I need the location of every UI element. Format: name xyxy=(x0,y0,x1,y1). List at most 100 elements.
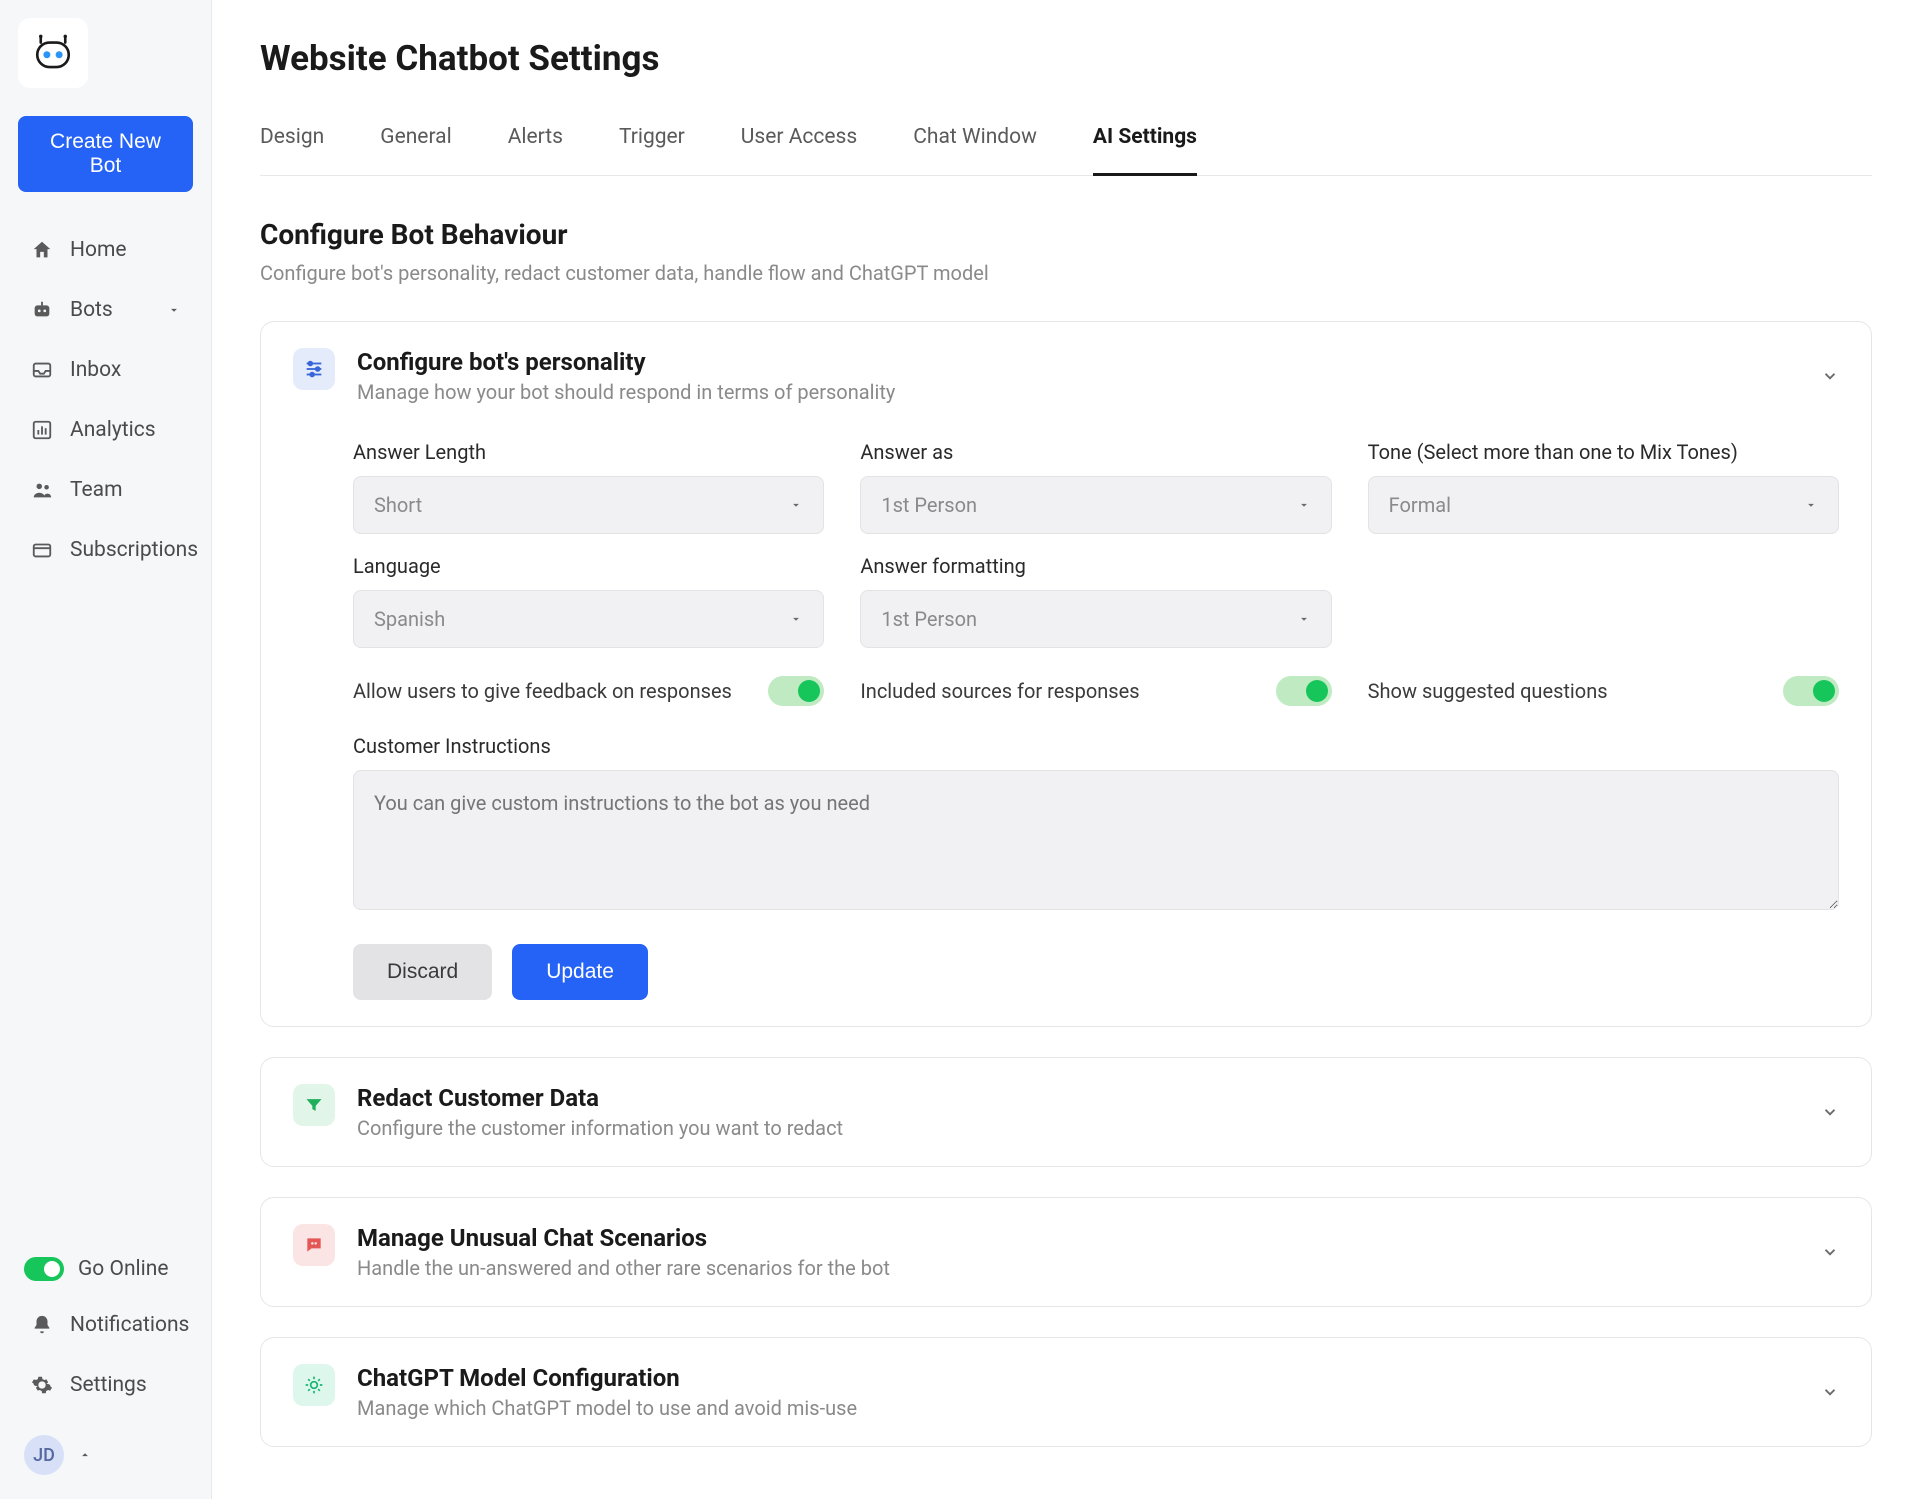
inbox-icon xyxy=(30,358,54,382)
chevron-down-icon[interactable] xyxy=(1821,1243,1839,1261)
chat-alert-icon xyxy=(293,1224,335,1266)
tone-label: Tone (Select more than one to Mix Tones) xyxy=(1368,440,1839,464)
sources-toggle[interactable] xyxy=(1276,676,1332,706)
avatar: JD xyxy=(24,1435,64,1475)
select-value: 1st Person xyxy=(881,493,977,517)
settings-tabs: Design General Alerts Trigger User Acces… xyxy=(260,111,1872,176)
sidebar-bottom: Go Online Notifications Settings JD xyxy=(18,1245,193,1481)
answer-formatting-label: Answer formatting xyxy=(860,554,1331,578)
customer-instructions-input[interactable] xyxy=(353,770,1839,910)
subscriptions-icon xyxy=(30,538,54,562)
panel-header[interactable]: Configure bot's personality Manage how y… xyxy=(293,348,1839,404)
chevron-down-icon[interactable] xyxy=(1821,367,1839,385)
create-new-bot-button[interactable]: Create New Bot xyxy=(18,116,193,192)
chevron-down-icon xyxy=(789,612,803,626)
sidebar-item-label: Settings xyxy=(70,1373,147,1397)
feedback-toggle-label: Allow users to give feedback on response… xyxy=(353,679,732,703)
tone-select[interactable]: Formal xyxy=(1368,476,1839,534)
tab-chat-window[interactable]: Chat Window xyxy=(913,111,1037,176)
sidebar-item-home[interactable]: Home xyxy=(18,222,193,278)
answer-formatting-select[interactable]: 1st Person xyxy=(860,590,1331,648)
primary-nav: Home Bots Inbox Analytics xyxy=(18,222,193,578)
chevron-down-icon xyxy=(1297,498,1311,512)
user-menu[interactable]: JD xyxy=(18,1417,193,1481)
sidebar-item-label: Subscriptions xyxy=(70,538,198,562)
sidebar-item-notifications[interactable]: Notifications xyxy=(18,1297,193,1353)
model-config-panel: ChatGPT Model Configuration Manage which… xyxy=(260,1337,1872,1447)
tab-alerts[interactable]: Alerts xyxy=(508,111,563,176)
sidebar-item-team[interactable]: Team xyxy=(18,462,193,518)
unusual-scenarios-panel: Manage Unusual Chat Scenarios Handle the… xyxy=(260,1197,1872,1307)
select-value: Short xyxy=(374,493,422,517)
panel-subtitle: Handle the un-answered and other rare sc… xyxy=(357,1256,1799,1280)
sliders-icon xyxy=(293,348,335,390)
sidebar-item-label: Analytics xyxy=(70,418,156,442)
main-content: Website Chatbot Settings Design General … xyxy=(212,0,1920,1499)
answer-length-label: Answer Length xyxy=(353,440,824,464)
chevron-down-icon[interactable] xyxy=(1821,1103,1839,1121)
chevron-down-icon xyxy=(1804,498,1818,512)
panel-header[interactable]: ChatGPT Model Configuration Manage which… xyxy=(293,1364,1839,1420)
chevron-down-icon xyxy=(789,498,803,512)
select-value: Spanish xyxy=(374,607,445,631)
panel-subtitle: Manage which ChatGPT model to use and av… xyxy=(357,1396,1799,1420)
redact-panel: Redact Customer Data Configure the custo… xyxy=(260,1057,1872,1167)
sidebar-item-label: Team xyxy=(70,478,123,502)
panel-subtitle: Manage how your bot should respond in te… xyxy=(357,380,1799,404)
bots-icon xyxy=(30,298,54,322)
tab-user-access[interactable]: User Access xyxy=(741,111,857,176)
analytics-icon xyxy=(30,418,54,442)
section-title: Configure Bot Behaviour xyxy=(260,218,1872,251)
suggested-toggle-label: Show suggested questions xyxy=(1368,679,1608,703)
panel-title: ChatGPT Model Configuration xyxy=(357,1364,1799,1392)
sources-toggle-label: Included sources for responses xyxy=(860,679,1139,703)
sidebar-item-label: Inbox xyxy=(70,358,121,382)
sidebar: Create New Bot Home Bots Inbox xyxy=(0,0,212,1499)
panel-header[interactable]: Manage Unusual Chat Scenarios Handle the… xyxy=(293,1224,1839,1280)
model-icon xyxy=(293,1364,335,1406)
language-label: Language xyxy=(353,554,824,578)
go-online-toggle[interactable]: Go Online xyxy=(18,1245,193,1293)
panel-title: Manage Unusual Chat Scenarios xyxy=(357,1224,1799,1252)
select-value: 1st Person xyxy=(881,607,977,631)
tab-general[interactable]: General xyxy=(380,111,451,176)
logo[interactable] xyxy=(18,18,88,88)
section-subtitle: Configure bot's personality, redact cust… xyxy=(260,261,1872,285)
sidebar-item-analytics[interactable]: Analytics xyxy=(18,402,193,458)
answer-as-label: Answer as xyxy=(860,440,1331,464)
personality-panel: Configure bot's personality Manage how y… xyxy=(260,321,1872,1027)
panel-title: Configure bot's personality xyxy=(357,348,1799,376)
sidebar-item-settings[interactable]: Settings xyxy=(18,1357,193,1413)
panel-header[interactable]: Redact Customer Data Configure the custo… xyxy=(293,1084,1839,1140)
bell-icon xyxy=(30,1313,54,1337)
toggle-switch[interactable] xyxy=(24,1257,64,1281)
chevron-down-icon xyxy=(1297,612,1311,626)
chevron-down-icon[interactable] xyxy=(1821,1383,1839,1401)
language-select[interactable]: Spanish xyxy=(353,590,824,648)
gear-icon xyxy=(30,1373,54,1397)
update-button[interactable]: Update xyxy=(512,944,648,1000)
sidebar-item-inbox[interactable]: Inbox xyxy=(18,342,193,398)
answer-length-select[interactable]: Short xyxy=(353,476,824,534)
panel-title: Redact Customer Data xyxy=(357,1084,1799,1112)
home-icon xyxy=(30,238,54,262)
filter-icon xyxy=(293,1084,335,1126)
page-title: Website Chatbot Settings xyxy=(260,38,1872,79)
sidebar-item-label: Home xyxy=(70,238,127,262)
panel-subtitle: Configure the customer information you w… xyxy=(357,1116,1799,1140)
tab-ai-settings[interactable]: AI Settings xyxy=(1093,111,1197,176)
sidebar-item-bots[interactable]: Bots xyxy=(18,282,193,338)
go-online-label: Go Online xyxy=(78,1257,168,1281)
sidebar-item-subscriptions[interactable]: Subscriptions xyxy=(18,522,193,578)
discard-button[interactable]: Discard xyxy=(353,944,492,1000)
suggested-toggle[interactable] xyxy=(1783,676,1839,706)
feedback-toggle[interactable] xyxy=(768,676,824,706)
tab-trigger[interactable]: Trigger xyxy=(619,111,685,176)
select-value: Formal xyxy=(1389,493,1451,517)
chevron-down-icon xyxy=(167,303,181,317)
answer-as-select[interactable]: 1st Person xyxy=(860,476,1331,534)
tab-design[interactable]: Design xyxy=(260,111,324,176)
chevron-up-icon xyxy=(78,1448,92,1462)
robot-logo-icon xyxy=(32,32,74,74)
sidebar-item-label: Notifications xyxy=(70,1313,189,1337)
